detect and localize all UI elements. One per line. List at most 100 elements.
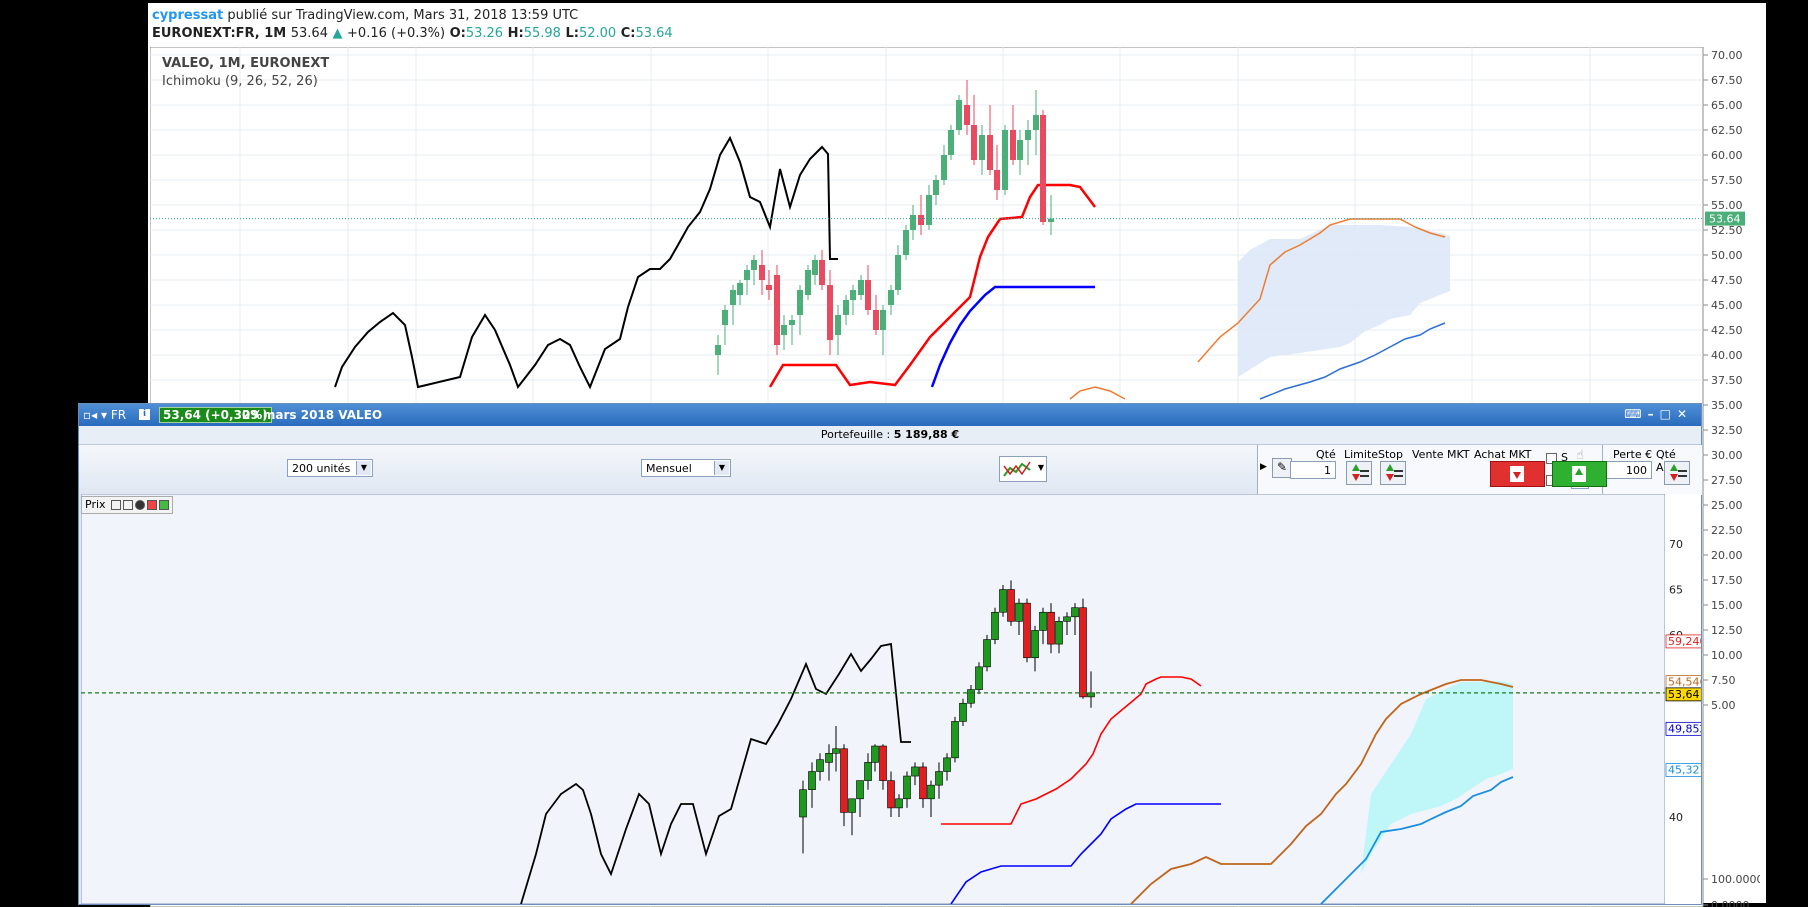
tv-candle-body bbox=[948, 130, 954, 155]
tv-candle-body bbox=[964, 105, 970, 125]
prorealtime-window[interactable]: ▫◂ ▾ FR i 53,64 (+0,30%) 29 mars 2018 VA… bbox=[78, 403, 1702, 905]
pr-candle-body bbox=[1071, 607, 1079, 618]
tv-candle-body bbox=[797, 290, 803, 315]
tv-axis-label: 27.50 bbox=[1711, 474, 1743, 487]
symbol-label: EURONEXT:FR, 1M bbox=[152, 26, 287, 41]
pr-axis-label: 40 bbox=[1669, 811, 1683, 824]
qty-input[interactable]: 1 bbox=[1290, 461, 1336, 479]
tv-chart-symbol: VALEO, 1M, EURONEXT bbox=[162, 56, 330, 71]
pr-tag-kijun: 59,240 bbox=[1668, 635, 1701, 648]
tv-axis-label: 17.50 bbox=[1711, 574, 1743, 587]
chevron-down-icon: ▼ bbox=[1037, 463, 1044, 472]
tv-axis-label: 20.00 bbox=[1711, 549, 1743, 562]
loss-input[interactable]: 100 bbox=[1606, 461, 1652, 479]
chart-indicators-button[interactable]: ▼ bbox=[999, 456, 1047, 482]
tv-candle-body bbox=[751, 260, 757, 270]
tv-chart-title: VALEO, 1M, EURONEXT Ichimoku (9, 26, 52,… bbox=[162, 55, 329, 91]
tv-candle-body bbox=[835, 315, 841, 335]
expand-arrow-icon[interactable]: ▶ bbox=[1260, 462, 1267, 472]
tv-axis-label: 5.00 bbox=[1711, 699, 1736, 712]
close-icon[interactable]: ✕ bbox=[1677, 407, 1693, 421]
tv-axis-label: 25.00 bbox=[1711, 499, 1743, 512]
pr-candle-body bbox=[959, 702, 967, 722]
author-link[interactable]: cypressat bbox=[152, 8, 223, 23]
pr-candle-body bbox=[967, 689, 975, 704]
pr-candle-body bbox=[799, 789, 807, 818]
tv-candle-body bbox=[1040, 115, 1046, 222]
period-select[interactable]: Mensuel ▼ bbox=[641, 459, 731, 477]
tv-candle-body bbox=[805, 270, 811, 295]
tv-candle-body bbox=[1002, 130, 1008, 190]
pr-candle-body bbox=[951, 721, 959, 759]
chevron-down-icon: ▼ bbox=[356, 461, 371, 475]
close-value: 53.64 bbox=[635, 26, 673, 41]
portfolio-label: Portefeuille : bbox=[820, 428, 891, 441]
tv-axis-label: 52.50 bbox=[1711, 224, 1743, 237]
down-icon[interactable] bbox=[147, 500, 158, 510]
pr-candle-body bbox=[856, 780, 864, 800]
pr-candle-body bbox=[1007, 589, 1015, 622]
units-select[interactable]: 200 unités ▼ bbox=[287, 459, 373, 477]
pr-candle-body bbox=[1079, 607, 1087, 698]
stop-label: Stop bbox=[1378, 448, 1404, 461]
pr-candle-body bbox=[825, 752, 833, 763]
tv-candle-body bbox=[895, 255, 901, 290]
minimize-icon[interactable]: – bbox=[1648, 407, 1660, 421]
tv-axis-label: 47.50 bbox=[1711, 274, 1743, 287]
up-icon[interactable] bbox=[159, 500, 170, 510]
tv-candle-body bbox=[1025, 130, 1031, 140]
pr-candle-body bbox=[991, 611, 999, 640]
tv-candle-body bbox=[918, 215, 924, 225]
pr-candle-body bbox=[927, 784, 935, 800]
portfolio-bar: Portefeuille : 5 189,88 € bbox=[79, 426, 1701, 445]
tv-candle-body bbox=[1010, 130, 1016, 160]
tv-candle-body bbox=[730, 290, 736, 305]
wrench-icon[interactable] bbox=[111, 500, 122, 510]
pr-candle-body bbox=[999, 589, 1007, 613]
units-select-value: 200 unités bbox=[292, 462, 351, 475]
qty-auto-button[interactable] bbox=[1664, 461, 1690, 485]
maximize-icon[interactable]: □ bbox=[1660, 407, 1677, 421]
tv-candle-body bbox=[766, 285, 772, 290]
pr-candle-body bbox=[1087, 692, 1095, 698]
tv-candle-body bbox=[843, 300, 849, 315]
keyboard-icon[interactable]: ⌨ bbox=[1624, 407, 1647, 421]
window-icon[interactable] bbox=[123, 500, 134, 510]
tv-candle-body bbox=[737, 283, 743, 295]
loss-label: Perte € bbox=[1613, 448, 1653, 461]
open-value: 53.26 bbox=[465, 26, 504, 41]
pr-chart-svg: 7065604059,24054,54653,6449,85245,327 bbox=[81, 494, 1701, 904]
price-panel-bar: Prix bbox=[81, 496, 174, 514]
tv-candle-body bbox=[910, 215, 916, 230]
sell-market-button[interactable] bbox=[1490, 461, 1545, 487]
tv-candle-body bbox=[789, 320, 795, 325]
tv-candle-body bbox=[1033, 115, 1039, 130]
buy-market-button[interactable] bbox=[1552, 461, 1607, 487]
tv-candle-body bbox=[812, 260, 818, 275]
tv-candle-body bbox=[994, 170, 1000, 190]
pr-tag-senkou-bottom: 45,327 bbox=[1668, 764, 1701, 777]
pr-chart-area[interactable]: 7065604059,24054,54653,6449,85245,327 bbox=[81, 494, 1701, 904]
buy-market-label: Achat MKT bbox=[1474, 448, 1532, 461]
low-value: 52.00 bbox=[578, 26, 617, 41]
tv-candle-body bbox=[971, 125, 977, 160]
change-value: +0.16 (+0.3%) bbox=[347, 26, 446, 41]
tv-candle-body bbox=[880, 310, 886, 330]
close-icon[interactable] bbox=[135, 500, 146, 510]
tv-axis-label: 100.0000 bbox=[1711, 873, 1760, 886]
tv-candle-body bbox=[774, 275, 780, 345]
pr-candle-body bbox=[903, 775, 911, 800]
pr-titlebar[interactable]: ▫◂ ▾ FR i 53,64 (+0,30%) 29 mars 2018 VA… bbox=[79, 404, 1701, 426]
tv-axis-label: 0.0000 bbox=[1711, 899, 1750, 907]
pr-candle-body bbox=[975, 666, 983, 690]
tv-axis-label: 45.00 bbox=[1711, 299, 1743, 312]
stop-order-button[interactable] bbox=[1380, 461, 1406, 485]
pr-axis-label: 70 bbox=[1669, 538, 1683, 551]
tv-candle-body bbox=[979, 135, 985, 160]
tv-candle-body bbox=[1048, 218, 1054, 222]
window-menu[interactable]: ▫◂ ▾ FR bbox=[83, 408, 126, 422]
info-icon[interactable]: i bbox=[139, 409, 150, 420]
limit-order-button[interactable] bbox=[1346, 461, 1372, 485]
settings-wrench-icon[interactable]: ✎ bbox=[1272, 458, 1292, 478]
tv-candle-body bbox=[987, 135, 993, 170]
